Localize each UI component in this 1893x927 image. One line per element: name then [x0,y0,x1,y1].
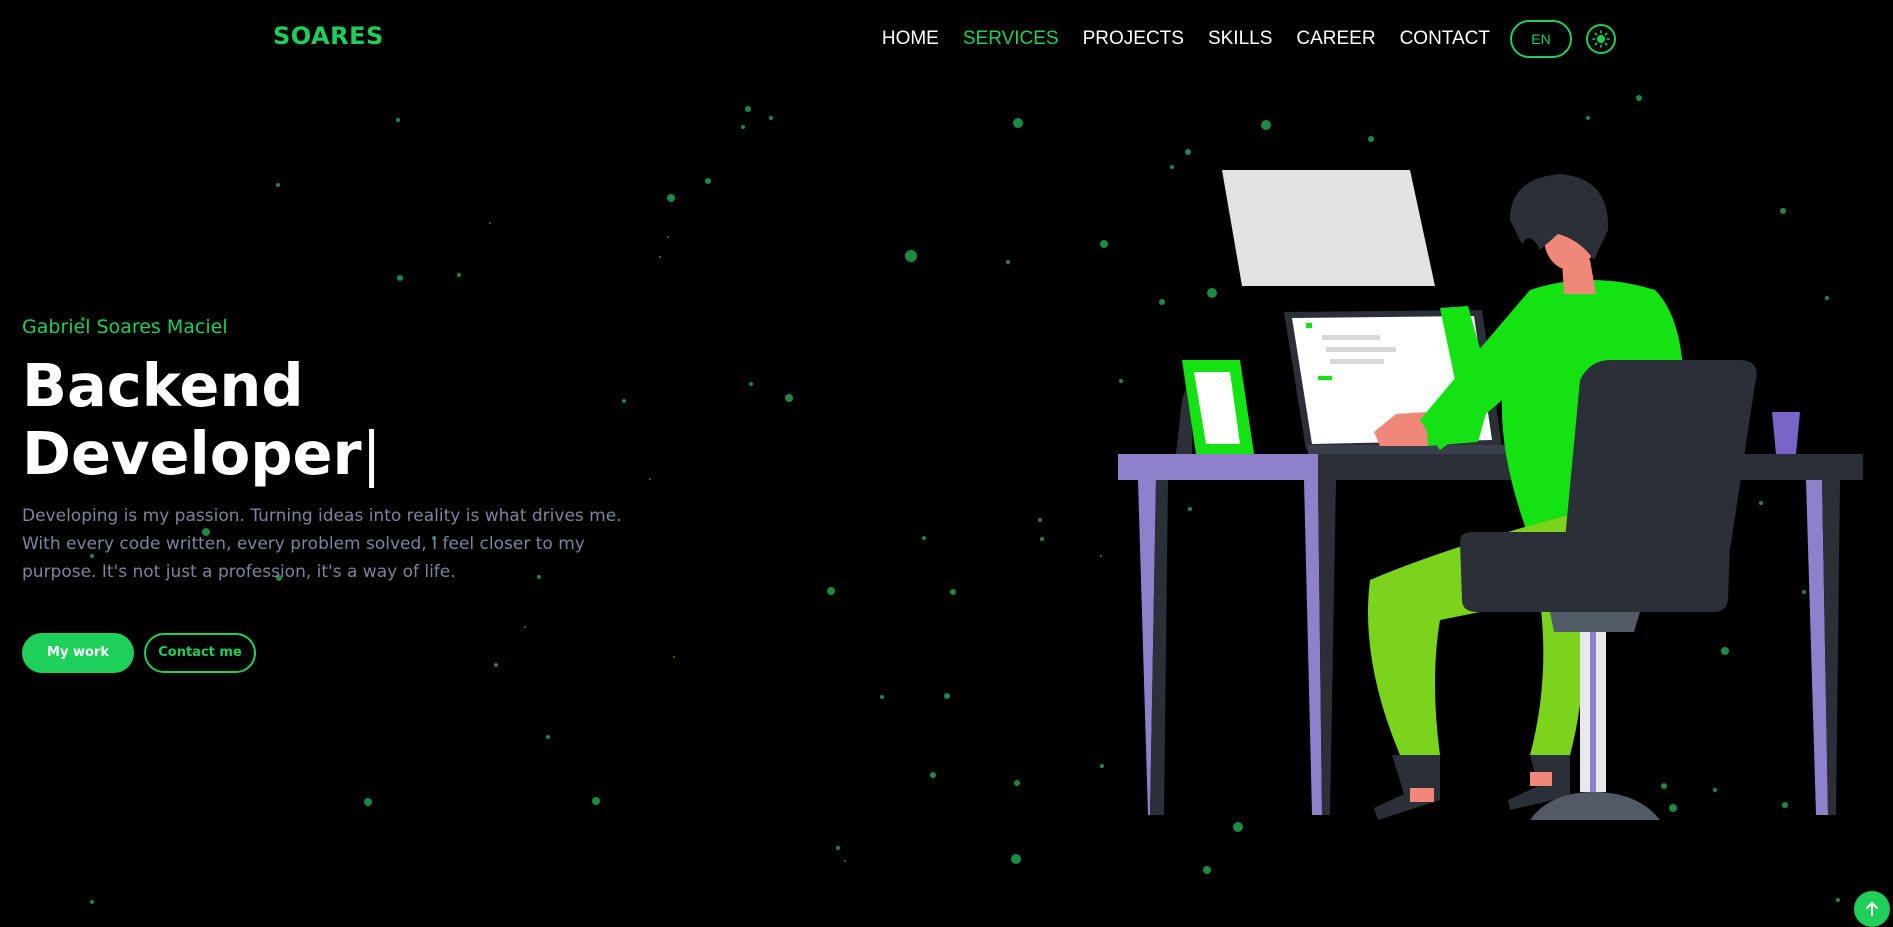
person-ankle [1410,788,1434,802]
language-button[interactable]: EN [1510,20,1572,58]
particle-dot [1261,120,1271,130]
chair-base-top [1550,612,1640,632]
desk-top-left [1118,454,1318,480]
particle-dot [749,382,753,386]
particle-dot [836,846,840,850]
particle-dot [592,797,600,805]
particle-dot [90,900,94,904]
particle-dot [276,183,280,187]
my-work-button[interactable]: My work [22,632,134,673]
developer-at-desk-illustration [1118,170,1863,820]
laptop-screen-accent [1318,376,1332,380]
particle-dot [880,695,884,699]
particle-dot [1013,118,1023,128]
particle-dot [457,273,461,277]
particle-dot [905,250,917,262]
particle-dot [1586,116,1590,120]
sun-icon [1592,30,1610,48]
typing-cursor: | [361,418,382,488]
scroll-to-top-button[interactable] [1854,891,1890,927]
particle-dot [827,587,835,595]
particle-dot [489,222,491,224]
particle-dot [1185,149,1191,155]
chair-back [1564,360,1757,550]
nav-contact[interactable]: CONTACT [1400,28,1490,50]
particle-dot [659,256,661,258]
nav-skills[interactable]: SKILLS [1208,28,1272,50]
laptop-screen-line [1326,347,1396,352]
particle-dot [667,194,675,202]
arrow-up-icon [1866,902,1878,916]
particle-dot [922,536,926,540]
particle-dot [396,118,400,122]
nav-career[interactable]: CAREER [1296,28,1375,50]
particle-dot [769,116,773,120]
particle-dot [1100,764,1104,768]
hero-description: Developing is my passion. Turning ideas … [22,505,622,582]
chair-seat [1460,532,1731,612]
person-ankle [1530,772,1552,786]
particle-dot [844,860,846,862]
particle-dot [745,106,751,112]
particle-dot [705,178,711,184]
hero-title-text: Backend Developer [22,351,362,488]
hero-title: Backend Developer| [22,352,662,488]
hero-name: Gabriel Soares Maciel [22,316,228,338]
nav-home[interactable]: HOME [882,28,939,50]
particle-dot [1014,780,1020,786]
particle-dot [546,735,550,739]
particle-dot [785,394,793,402]
laptop-screen-line [1322,335,1380,340]
theme-toggle-button[interactable] [1586,24,1616,54]
particle-dot [1100,555,1102,557]
chair-post-stripe [1590,632,1596,792]
particle-dot [1636,95,1642,101]
particle-dot [397,276,401,280]
particle-dot [930,772,936,778]
particle-dot [364,798,372,806]
particle-dot [1368,136,1374,142]
top-navigation: HOME SERVICES PROJECTS SKILLS CAREER CON… [882,18,1616,60]
floating-monitor [1222,170,1435,286]
hero-section: Gabriel Soares Maciel Backend Developer|… [22,316,662,673]
particle-dot [673,656,675,658]
particle-dot [944,693,950,699]
particle-dot [950,589,956,595]
contact-me-button[interactable]: Contact me [144,632,256,673]
laptop-screen-accent [1306,323,1312,328]
particle-dot [1100,240,1108,248]
particle-dot [1836,898,1840,902]
nav-services[interactable]: SERVICES [963,28,1059,50]
cup [1772,412,1800,454]
particle-dot [1203,866,1211,874]
site-logo[interactable]: SOARES [273,22,384,50]
particle-dot [1011,854,1021,864]
particle-dot [1038,518,1042,522]
person-shoe [1374,755,1440,820]
particle-dot [1006,260,1010,264]
laptop-screen-line [1330,359,1384,364]
particle-dot [667,236,669,238]
particle-dot [741,125,745,129]
nav-projects[interactable]: PROJECTS [1083,28,1184,50]
page: SOARES HOME SERVICES PROJECTS SKILLS CAR… [0,0,1893,927]
particle-dot [1040,537,1044,541]
hero-buttons: My work Contact me [22,632,662,673]
